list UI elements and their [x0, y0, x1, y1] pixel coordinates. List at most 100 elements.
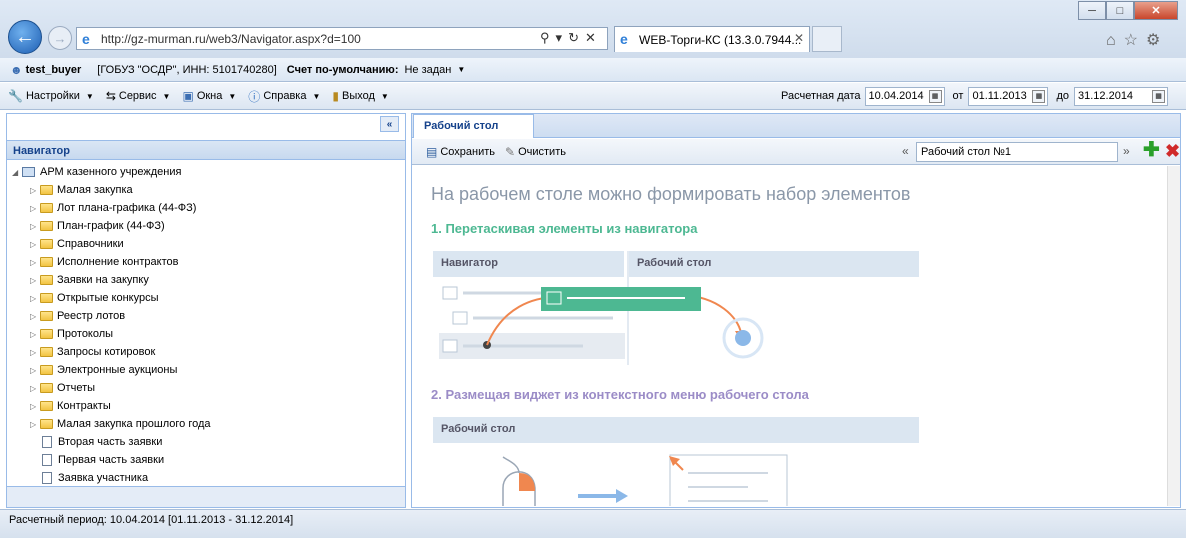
from-label: от [952, 90, 964, 102]
menu-settings[interactable]: 🔧 Настройки ▼ [8, 89, 94, 103]
address-bar[interactable]: e http://gz-murman.ru/web3/Navigator.asp… [76, 27, 608, 50]
menu-help[interactable]: ⓘ Справка ▼ [248, 88, 320, 105]
expand-triangle-icon[interactable]: ▷ [30, 366, 40, 375]
calendar-icon[interactable]: ▦ [928, 89, 942, 103]
tree-folder[interactable]: ▷ Малая закупка прошлого года [30, 415, 211, 433]
expand-triangle-icon[interactable]: ▷ [30, 222, 40, 231]
expand-triangle-icon[interactable]: ▷ [30, 204, 40, 213]
tree-folder[interactable]: ▷ Запросы котировок [30, 343, 155, 361]
tree-folder[interactable]: ▷ Справочники [30, 235, 124, 253]
folder-icon [40, 347, 53, 357]
chevron-down-icon: ▼ [228, 91, 237, 101]
expand-triangle-icon[interactable]: ▷ [30, 348, 40, 357]
tree-document[interactable]: Вторая часть заявки [40, 433, 162, 451]
prev-desk-button[interactable]: « [902, 144, 909, 158]
desk-name-field[interactable]: Рабочий стол №1 [916, 142, 1118, 162]
folder-icon [40, 329, 53, 339]
tree-folder[interactable]: ▷ Открытые конкурсы [30, 289, 159, 307]
tree-folder[interactable]: ▷ Контракты [30, 397, 111, 415]
back-arrow-icon[interactable]: ← [8, 20, 42, 54]
tab-workspace[interactable]: Рабочий стол [413, 114, 534, 138]
expand-triangle-icon[interactable]: ▷ [30, 294, 40, 303]
expand-triangle-icon[interactable]: ▷ [30, 276, 40, 285]
expand-triangle-icon[interactable]: ▷ [30, 402, 40, 411]
window-controls[interactable]: ─ □ ✕ [1078, 1, 1178, 21]
tree-folder[interactable]: ▷ Отчеты [30, 379, 95, 397]
forward-arrow-icon[interactable]: → [48, 26, 72, 50]
star-icon[interactable]: ☆ [1124, 32, 1146, 49]
document-icon [42, 436, 52, 448]
next-desk-button[interactable]: » [1123, 144, 1130, 158]
close-tab-icon[interactable]: ✕ [794, 31, 804, 45]
chevron-down-icon[interactable]: ▼ [457, 65, 465, 74]
step1-illustration [439, 286, 764, 359]
expand-triangle-icon[interactable]: ▷ [30, 258, 40, 267]
workspace-heading: На рабочем столе можно формировать набор… [431, 184, 911, 204]
status-bar: Расчетный период: 10.04.2014 [01.11.2013… [0, 509, 1186, 538]
tree-folder[interactable]: ▷ Реестр лотов [30, 307, 125, 325]
eraser-icon: ✎ [505, 144, 516, 159]
close-icon[interactable]: ✕ [1134, 1, 1178, 20]
folder-icon [40, 203, 53, 213]
expand-triangle-icon[interactable]: ▷ [30, 240, 40, 249]
tree-folder[interactable]: ▷ План-график (44-ФЗ) [30, 217, 165, 235]
stop-icon[interactable]: ✕ [585, 30, 602, 45]
user-icon: ☻ [10, 62, 23, 77]
expand-triangle-icon[interactable]: ▷ [30, 312, 40, 321]
delete-desk-icon[interactable]: ✖ [1165, 141, 1180, 161]
minimize-icon[interactable]: ─ [1078, 1, 1106, 20]
drop-target [735, 330, 751, 346]
default-account-value[interactable]: Не задан [404, 64, 451, 76]
folder-icon [40, 419, 53, 429]
home-icon[interactable]: ⌂ [1106, 32, 1124, 49]
calc-date-field[interactable]: 10.04.2014 ▦ [864, 86, 945, 106]
tab-title: WEB-Торги-КС (13.3.0.7944... [639, 32, 802, 47]
maximize-icon[interactable]: □ [1106, 1, 1134, 20]
collapse-navigator-button[interactable]: « [380, 116, 399, 132]
collapse-triangle-icon[interactable]: ◢ [12, 168, 22, 177]
menu-service[interactable]: ⇆ Сервис ▼ [106, 89, 171, 103]
mouse-cable [502, 456, 520, 474]
add-desk-icon[interactable]: ✚ [1143, 140, 1160, 160]
context-menu [669, 454, 788, 506]
dropdown-icon[interactable]: ▾ [556, 30, 569, 45]
tree-folder[interactable]: ▷ Заявки на закупку [30, 271, 149, 289]
calendar-icon[interactable]: ▦ [1152, 89, 1165, 103]
save-button[interactable]: ▤ Сохранить [426, 145, 495, 159]
expand-triangle-icon[interactable]: ▷ [30, 330, 40, 339]
tree-folder[interactable]: ▷ Исполнение контрактов [30, 253, 178, 271]
tree-root[interactable]: ◢ АРМ казенного учреждения [12, 163, 181, 181]
to-date-field[interactable]: 31.12.2014 ▦ [1074, 86, 1168, 106]
ie-page-icon: e [82, 31, 90, 47]
service-icon: ⇆ [105, 89, 116, 103]
workspace-scrollbar[interactable] [1167, 166, 1180, 506]
new-tab-button[interactable] [812, 26, 842, 52]
expand-triangle-icon[interactable]: ▷ [30, 420, 40, 429]
tree-folder[interactable]: ▷ Лот плана-графика (44-ФЗ) [30, 199, 196, 217]
browser-icons[interactable]: ⌂☆⚙ [1106, 30, 1168, 50]
menu-exit[interactable]: ▮ Выход ▼ [332, 89, 388, 103]
username: test_buyer [25, 63, 82, 76]
expand-triangle-icon[interactable]: ▷ [30, 384, 40, 393]
exit-icon: ▮ [332, 89, 339, 103]
nav-item-icon [452, 311, 468, 325]
calc-date-label: Расчетная дата [781, 90, 861, 102]
gear-icon[interactable]: ⚙ [1146, 32, 1168, 49]
calendar-icon[interactable]: ▦ [1032, 89, 1046, 103]
menu-windows[interactable]: ▣ Окна ▼ [182, 89, 236, 103]
tree-document[interactable]: Заявка участника [40, 469, 148, 487]
search-icon[interactable]: ⚲ [540, 30, 556, 45]
expand-triangle-icon[interactable]: ▷ [30, 186, 40, 195]
tree-document[interactable]: Первая часть заявки [40, 451, 164, 469]
tree-folder[interactable]: ▷ Электронные аукционы [30, 361, 177, 379]
from-date-field[interactable]: 01.11.2013 ▦ [968, 86, 1049, 106]
tree-folder[interactable]: ▷ Протоколы [30, 325, 113, 343]
tree-folder[interactable]: ▷ Малая закупка [30, 181, 133, 199]
folder-icon [40, 185, 53, 195]
folder-icon [40, 221, 53, 231]
address-bar-buttons[interactable]: ⚲▾↻✕ [540, 30, 602, 46]
refresh-icon[interactable]: ↻ [568, 30, 585, 45]
clear-button[interactable]: ✎ Очистить [505, 145, 566, 159]
step2-title: 2. Размещая виджет из контекстного меню … [431, 387, 809, 402]
browser-tab[interactable]: e WEB-Торги-КС (13.3.0.7944... [614, 26, 810, 52]
